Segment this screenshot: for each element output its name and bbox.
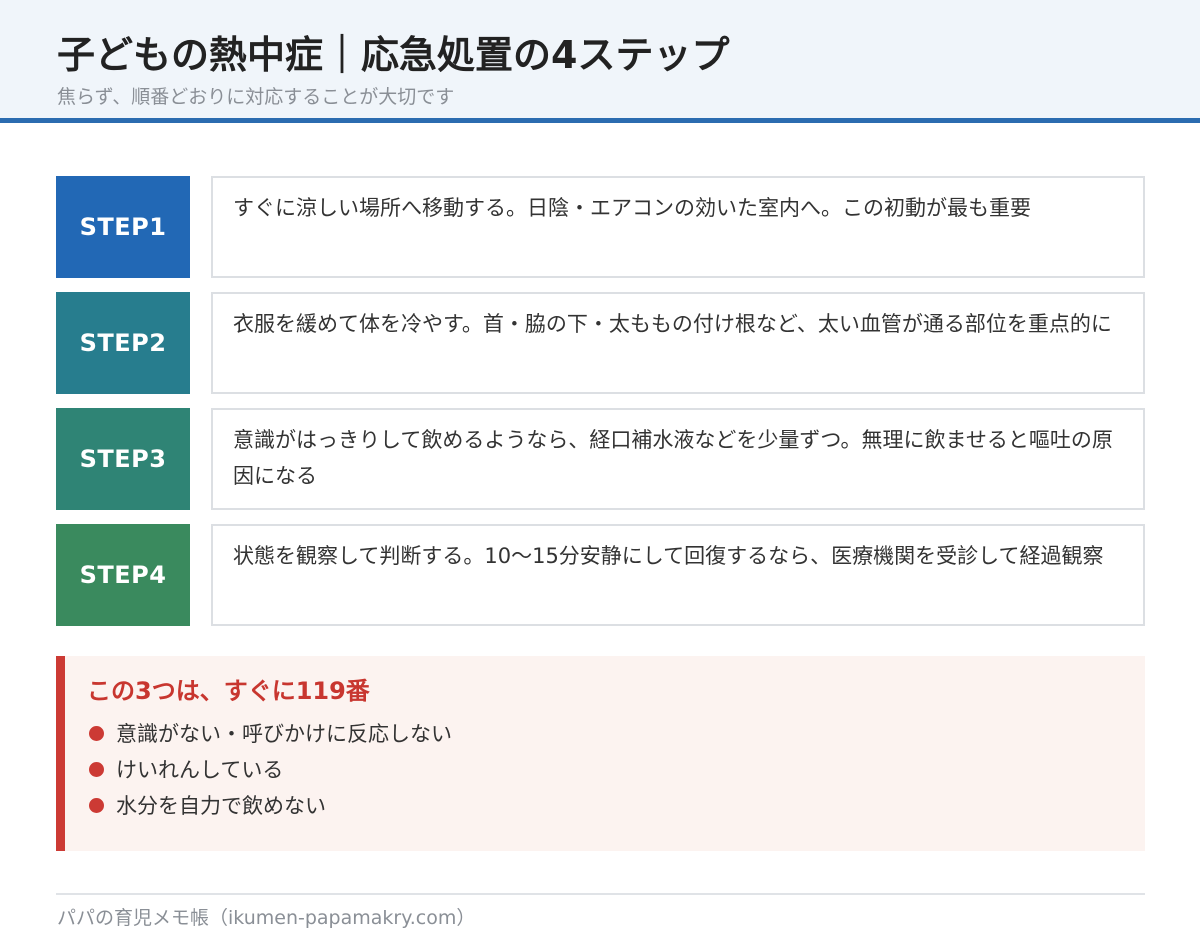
- emergency-callout: この3つは、すぐに119番 意識がない・呼びかけに反応しない けいれんしている …: [56, 656, 1145, 851]
- callout-title: この3つは、すぐに119番: [87, 677, 370, 705]
- step-text-2: 衣服を緩めて体を冷やす。首・脇の下・太ももの付け根など、太い血管が通る部位を重点…: [233, 312, 1112, 336]
- step-row-1: STEP1 すぐに涼しい場所へ移動する。日陰・エアコンの効いた室内へ。この初動が…: [56, 176, 1145, 278]
- callout-item-text: 意識がない・呼びかけに反応しない: [116, 722, 452, 746]
- step-row-2: STEP2 衣服を緩めて体を冷やす。首・脇の下・太ももの付け根など、太い血管が通…: [56, 292, 1145, 394]
- callout-item-2: けいれんしている: [89, 754, 283, 784]
- step-badge-4: STEP4: [56, 524, 190, 626]
- callout-accent-bar: [56, 656, 65, 851]
- bullet-dot-icon: [89, 761, 104, 777]
- page-subtitle: 焦らず、順番どおりに対応することが大切です: [57, 86, 455, 108]
- step-card-4: 状態を観察して判断する。10〜15分安静にして回復するなら、医療機関を受診して経…: [211, 524, 1145, 626]
- step-row-4: STEP4 状態を観察して判断する。10〜15分安静にして回復するなら、医療機関…: [56, 524, 1145, 626]
- step-row-3: STEP3 意識がはっきりして飲めるようなら、経口補水液などを少量ずつ。無理に飲…: [56, 408, 1145, 510]
- bullet-dot-icon: [89, 797, 104, 813]
- page-title: 子どもの熱中症｜応急処置の4ステップ: [57, 33, 730, 77]
- callout-item-3: 水分を自力で飲めない: [89, 790, 326, 820]
- callout-item-text: 水分を自力で飲めない: [116, 794, 326, 818]
- step-card-1: すぐに涼しい場所へ移動する。日陰・エアコンの効いた室内へ。この初動が最も重要: [211, 176, 1145, 278]
- step-text-4: 状態を観察して判断する。10〜15分安静にして回復するなら、医療機関を受診して経…: [233, 544, 1104, 568]
- step-text-1: すぐに涼しい場所へ移動する。日陰・エアコンの効いた室内へ。この初動が最も重要: [233, 196, 1031, 220]
- callout-item-text: けいれんしている: [116, 758, 284, 782]
- bullet-dot-icon: [89, 725, 104, 741]
- footer-divider: [56, 893, 1145, 895]
- header-divider: [0, 118, 1200, 123]
- step-badge-1: STEP1: [56, 176, 190, 278]
- footer-credit: パパの育児メモ帳（ikumen-papamakry.com）: [57, 907, 476, 929]
- step-text-3: 意識がはっきりして飲めるようなら、経口補水液などを少量ずつ。無理に飲ませると嘔吐…: [233, 428, 1113, 488]
- callout-item-1: 意識がない・呼びかけに反応しない: [89, 718, 452, 748]
- step-badge-2: STEP2: [56, 292, 190, 394]
- step-card-2: 衣服を緩めて体を冷やす。首・脇の下・太ももの付け根など、太い血管が通る部位を重点…: [211, 292, 1145, 394]
- step-card-3: 意識がはっきりして飲めるようなら、経口補水液などを少量ずつ。無理に飲ませると嘔吐…: [211, 408, 1145, 510]
- step-badge-3: STEP3: [56, 408, 190, 510]
